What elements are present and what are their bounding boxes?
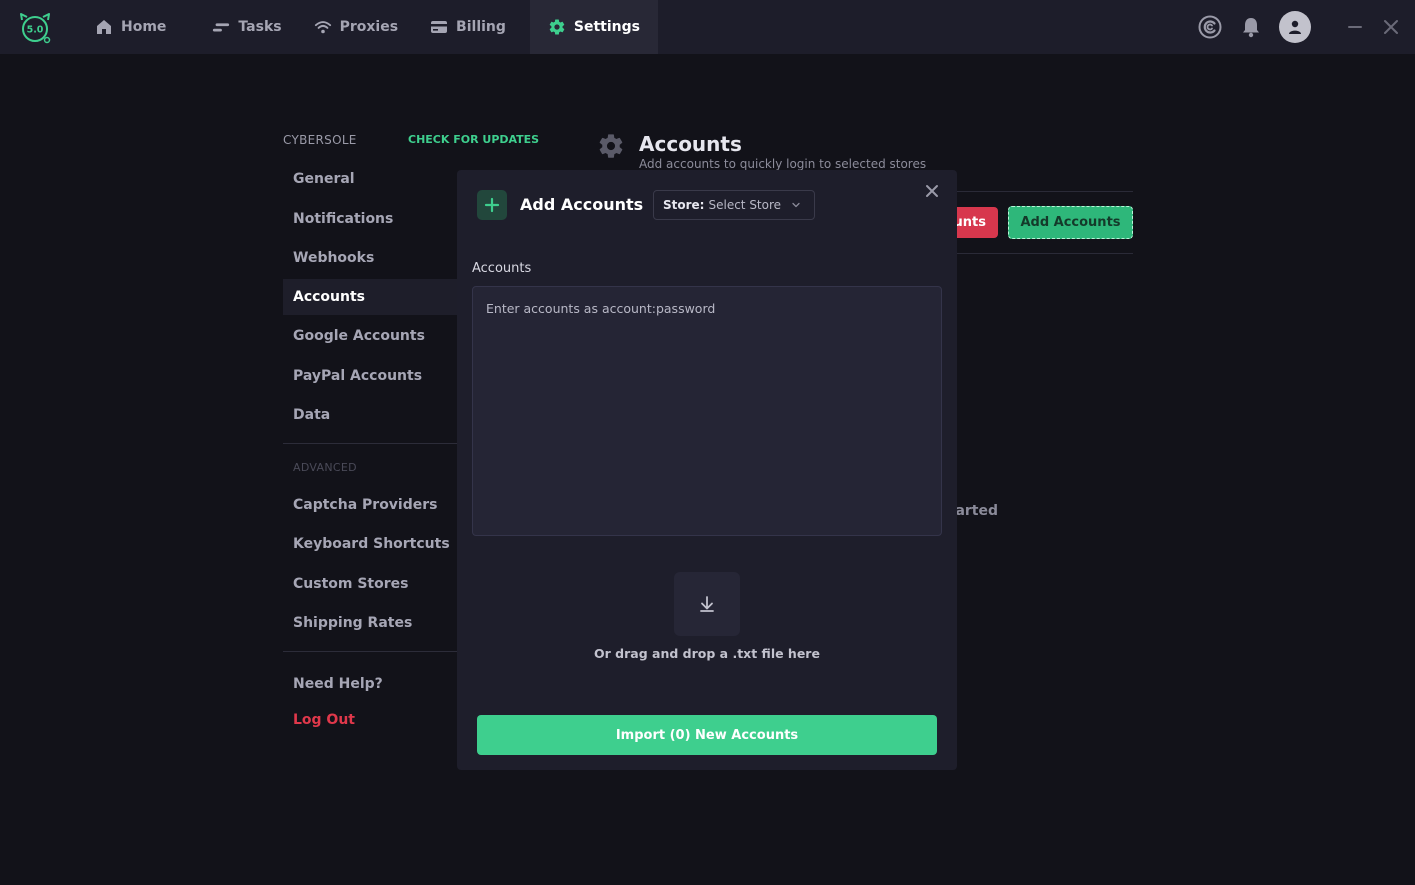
billing-icon xyxy=(430,18,448,36)
close-window-icon[interactable] xyxy=(1382,18,1400,36)
nav-home[interactable]: Home xyxy=(82,0,179,54)
drop-file-hint: Or drag and drop a .txt file here xyxy=(594,646,820,661)
empty-state-text: arted xyxy=(955,503,998,519)
bell-icon[interactable] xyxy=(1241,16,1261,38)
gear-icon xyxy=(548,18,566,36)
minimize-icon[interactable] xyxy=(1346,18,1364,36)
nav-home-label: Home xyxy=(121,19,167,35)
import-accounts-button[interactable]: Import (0) New Accounts xyxy=(477,715,937,755)
page-subtitle: Add accounts to quickly login to selecte… xyxy=(639,157,927,171)
home-icon xyxy=(95,18,113,36)
main-nav: Home Tasks Proxies Billing Settings xyxy=(82,0,658,54)
nav-proxies[interactable]: Proxies xyxy=(301,0,411,54)
sidebar-item-data[interactable]: Data xyxy=(283,397,458,433)
sidebar-divider xyxy=(283,443,458,444)
chevron-down-icon xyxy=(790,199,802,214)
nav-tasks-label: Tasks xyxy=(238,19,282,35)
store-select[interactable]: Store: Select Store xyxy=(653,190,815,220)
log-out-link[interactable]: Log Out xyxy=(283,702,458,738)
add-accounts-modal: Add Accounts Store: Select Store Account… xyxy=(457,170,957,770)
top-navigation-bar: 5.0 Home Tasks Proxies Billing Settings xyxy=(0,0,1415,54)
page-title: Accounts xyxy=(639,132,742,156)
check-for-updates-link[interactable]: CHECK FOR UPDATES xyxy=(408,133,539,146)
accounts-textarea[interactable] xyxy=(472,286,942,536)
nav-settings[interactable]: Settings xyxy=(529,0,658,54)
sidebar-item-custom-stores[interactable]: Custom Stores xyxy=(283,566,458,602)
wifi-icon xyxy=(314,18,332,36)
add-accounts-button[interactable]: Add Accounts xyxy=(1008,206,1133,239)
user-icon xyxy=(1289,20,1301,34)
settings-gear-icon xyxy=(597,132,625,160)
store-select-value: Select Store xyxy=(708,198,782,212)
download-arrow-icon xyxy=(700,596,714,612)
modal-title: Add Accounts xyxy=(520,195,644,214)
sidebar-item-accounts[interactable]: Accounts xyxy=(283,279,458,315)
sidebar-divider xyxy=(283,651,458,652)
sidebar-item-general[interactable]: General xyxy=(283,161,458,197)
plus-icon xyxy=(477,190,507,220)
svg-text:5.0: 5.0 xyxy=(27,25,44,36)
tasks-icon xyxy=(212,18,230,36)
sidebar-item-shipping-rates[interactable]: Shipping Rates xyxy=(283,605,458,641)
nav-tasks[interactable]: Tasks xyxy=(199,0,294,54)
close-icon[interactable] xyxy=(923,182,941,200)
sidebar-heading: CYBERSOLE xyxy=(283,133,357,147)
app-logo-icon[interactable]: 5.0 xyxy=(18,11,52,45)
sidebar-item-notifications[interactable]: Notifications xyxy=(283,201,458,237)
nav-settings-label: Settings xyxy=(573,19,640,35)
sidebar-item-captcha-providers[interactable]: Captcha Providers xyxy=(283,487,458,523)
need-help-link[interactable]: Need Help? xyxy=(283,666,458,702)
accounts-field-label: Accounts xyxy=(472,261,532,276)
nav-proxies-label: Proxies xyxy=(339,19,399,35)
sidebar-item-keyboard-shortcuts[interactable]: Keyboard Shortcuts xyxy=(283,526,458,562)
cybersole-coin-icon[interactable] xyxy=(1198,15,1222,39)
nav-billing[interactable]: Billing xyxy=(417,0,519,54)
sidebar-item-paypal-accounts[interactable]: PayPal Accounts xyxy=(283,358,458,394)
store-select-label: Store: xyxy=(663,198,705,212)
avatar[interactable] xyxy=(1279,11,1311,43)
advanced-heading: ADVANCED xyxy=(293,461,357,474)
sidebar-item-webhooks[interactable]: Webhooks xyxy=(283,240,458,276)
file-drop-zone[interactable] xyxy=(674,572,740,636)
sidebar-item-google-accounts[interactable]: Google Accounts xyxy=(283,318,458,354)
nav-billing-label: Billing xyxy=(456,19,506,35)
